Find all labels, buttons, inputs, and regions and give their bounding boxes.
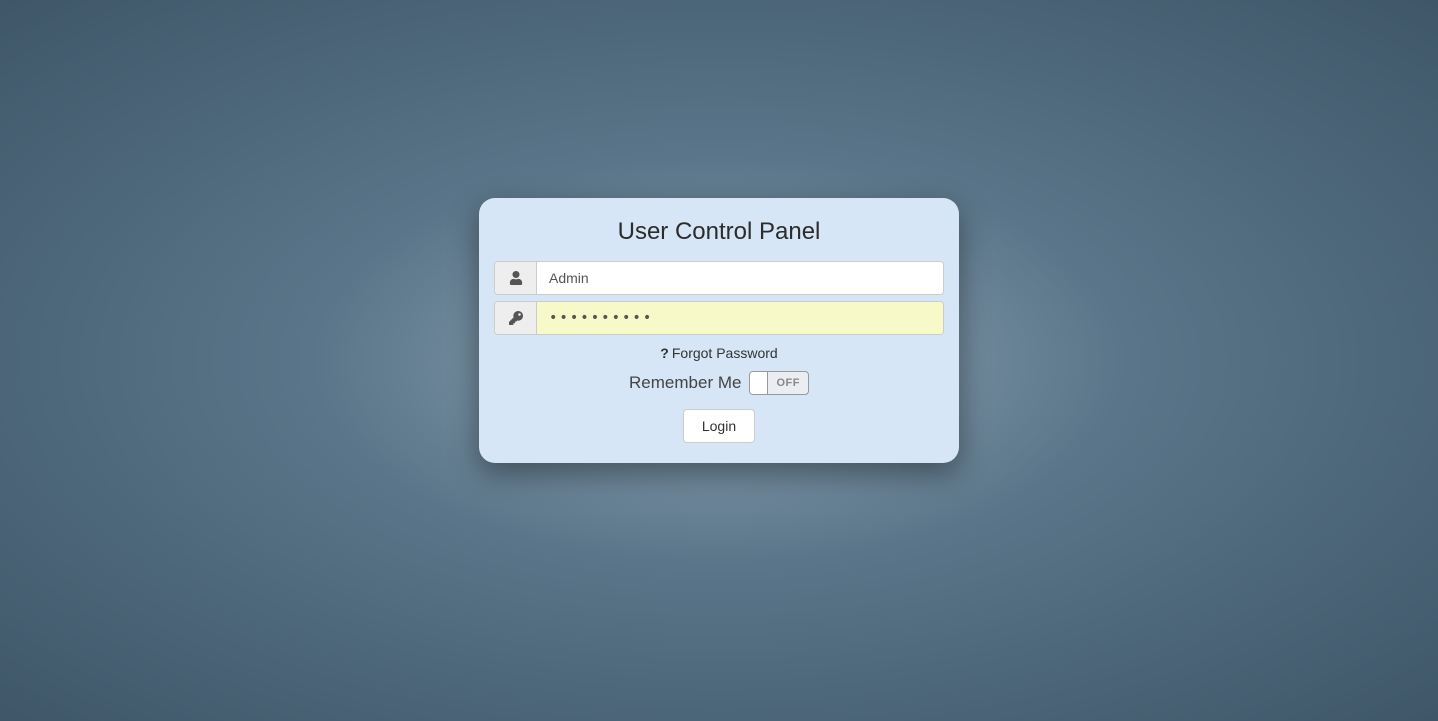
login-button[interactable]: Login xyxy=(683,409,755,443)
forgot-password-link[interactable]: ?Forgot Password xyxy=(660,345,777,361)
panel-title: User Control Panel xyxy=(494,218,944,246)
remember-me-toggle[interactable]: OFF xyxy=(749,371,809,395)
question-icon: ? xyxy=(660,345,669,361)
password-input[interactable] xyxy=(537,302,943,334)
remember-me-label: Remember Me xyxy=(629,373,741,393)
remember-me-row: Remember Me OFF xyxy=(494,371,944,395)
username-group xyxy=(494,261,944,295)
forgot-password-label: Forgot Password xyxy=(672,345,778,361)
key-icon xyxy=(495,302,537,334)
login-panel: User Control Panel ?Forgot Password Reme… xyxy=(479,198,959,463)
password-group xyxy=(494,301,944,335)
toggle-knob xyxy=(750,372,768,394)
username-input[interactable] xyxy=(537,262,943,294)
toggle-state-label: OFF xyxy=(768,377,808,389)
forgot-password-row: ?Forgot Password xyxy=(494,345,944,361)
user-icon xyxy=(495,262,537,294)
